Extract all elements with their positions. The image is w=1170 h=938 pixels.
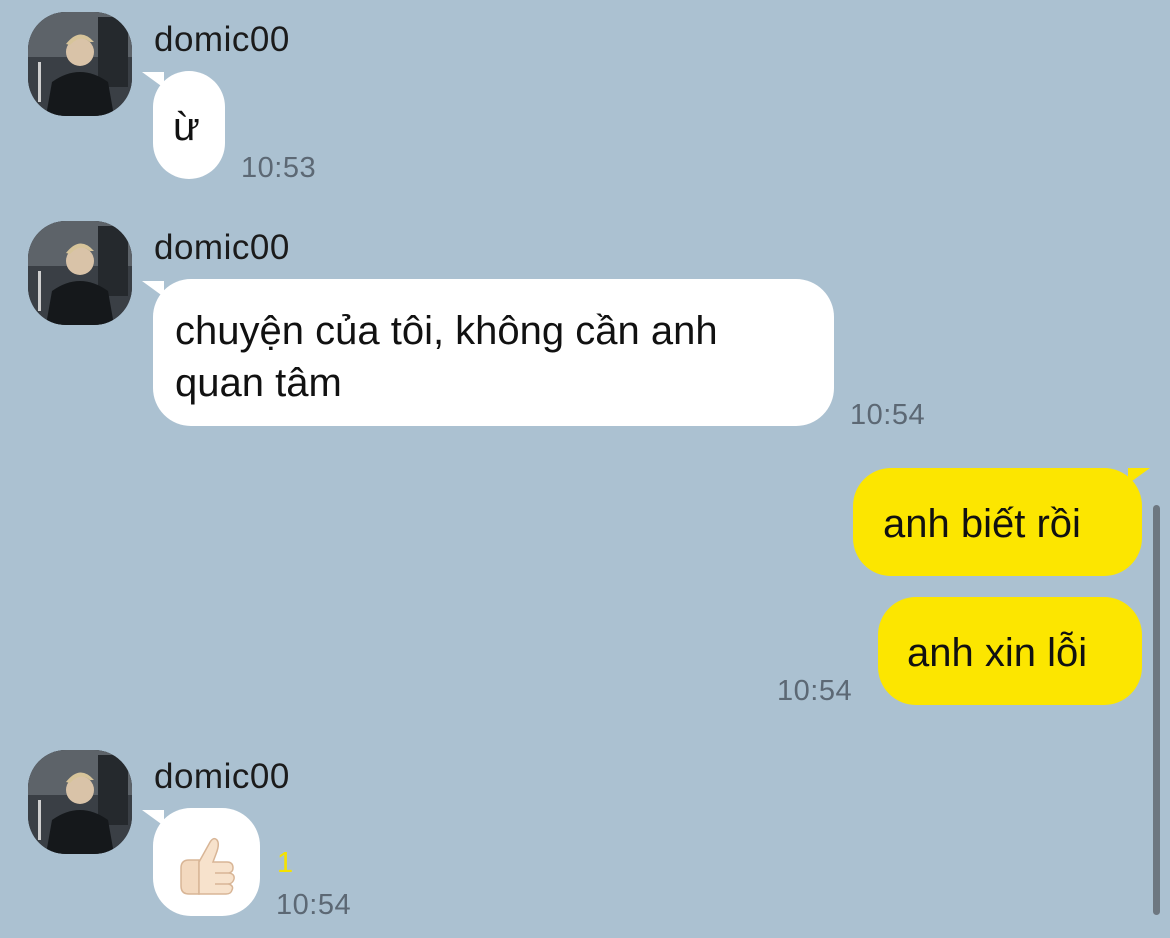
message-text: anh xin lỗi [907,631,1088,675]
sticker-bubble[interactable] [153,808,260,916]
message-bubble-outgoing[interactable]: anh biết rồi [853,468,1142,576]
avatar[interactable] [28,221,132,325]
message-time: 10:54 [276,889,352,921]
profile-photo-icon [28,750,132,854]
sender-name: domic00 [154,757,290,796]
sender-name: domic00 [154,20,290,59]
avatar[interactable] [28,12,132,116]
profile-photo-icon [28,12,132,116]
thumbs-up-icon [180,837,235,895]
scrollbar[interactable] [1153,505,1160,915]
message-text: anh biết rồi [883,502,1081,546]
message-bubble[interactable]: chuyện của tôi, không cần anh quan tâm [153,279,834,426]
message-time: 10:54 [850,399,926,431]
message-bubble[interactable]: ừ [153,71,225,179]
message-time: 10:53 [241,152,317,184]
read-count: 1 [277,847,294,879]
message-text: chuyện của tôi, không cần anh quan tâm [175,309,718,405]
message-time: 10:54 [777,675,853,707]
message-bubble-outgoing[interactable]: anh xin lỗi [878,597,1142,705]
avatar[interactable] [28,750,132,854]
profile-photo-icon [28,221,132,325]
bubble-tail [1128,468,1150,484]
message-text: ừ [173,105,200,149]
sender-name: domic00 [154,228,290,267]
